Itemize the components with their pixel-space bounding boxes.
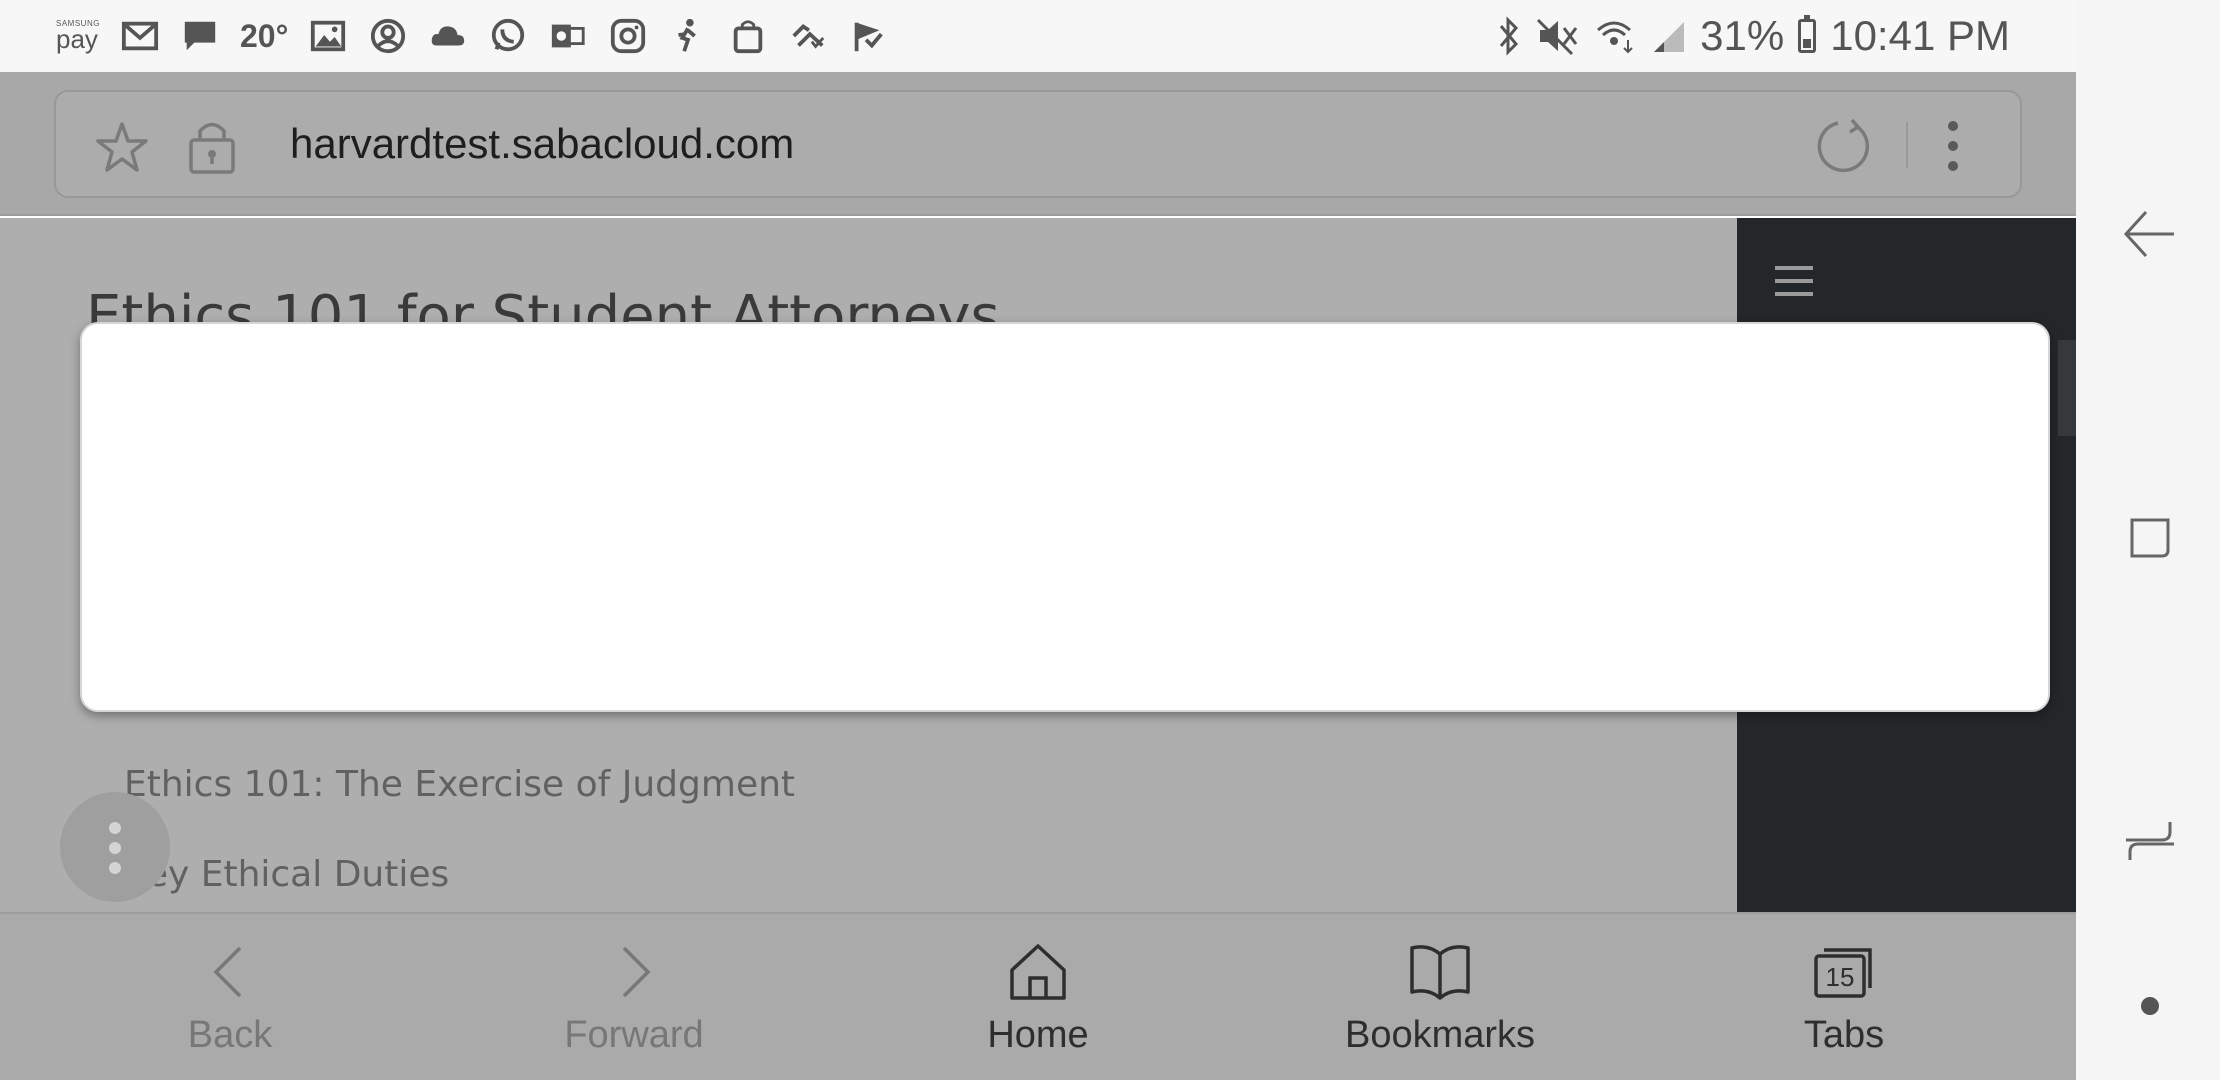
battery-icon [1798, 15, 1817, 53]
weather-temperature: 20° [240, 17, 289, 54]
back-label: Back [187, 1014, 273, 1056]
home-icon [1010, 944, 1066, 1000]
account-icon [368, 16, 408, 56]
book-icon [1410, 945, 1470, 1000]
course-link-exercise-of-judgment[interactable]: Ethics 101: The Exercise of Judgment [124, 764, 795, 805]
chevron-right-icon [622, 946, 651, 998]
gallery-icon [308, 16, 348, 56]
status-bar: SAMSUNG pay 20° 31% 10:41 PM [0, 0, 2076, 72]
blank-modal-dialog[interactable] [80, 322, 2050, 712]
hamburger-menu-icon[interactable] [1773, 260, 1815, 302]
instagram-icon [608, 16, 648, 56]
pedometer-icon [668, 16, 708, 56]
reload-icon[interactable] [1814, 116, 1874, 176]
bookmark-star-icon[interactable] [94, 120, 150, 176]
home-label: Home [987, 1014, 1089, 1056]
bookmarks-label: Bookmarks [1344, 1014, 1536, 1056]
battery-percent: 31% [1700, 12, 1785, 59]
shopping-bag-icon [728, 16, 768, 56]
floating-menu-button[interactable] [60, 792, 170, 902]
fab-dot [109, 862, 121, 874]
course-link-key-ethical-duties[interactable]: Key Ethical Duties [124, 854, 449, 895]
tabs-label: Tabs [1803, 1014, 1885, 1056]
outlook-icon [548, 16, 588, 56]
cloud-icon [428, 16, 468, 56]
fab-dot [109, 842, 121, 854]
url-text[interactable]: harvardtest.sabacloud.com [290, 120, 794, 168]
tab-count: 15 [1826, 962, 1855, 992]
whatsapp-icon [488, 16, 528, 56]
split-screen-icon[interactable] [2122, 814, 2178, 870]
notification-icons: SAMSUNG pay 20° [56, 14, 888, 58]
address-bar[interactable]: harvardtest.sabacloud.com [54, 90, 2022, 198]
back-button[interactable]: Back [80, 914, 380, 1080]
toolbar-divider [1906, 122, 1908, 168]
wifi-icon [1597, 21, 1633, 54]
gmail-icon [120, 16, 160, 56]
sync-icon [788, 16, 828, 56]
messages-icon [180, 16, 220, 56]
signal-icon [1654, 22, 1685, 52]
battery-level-fill [1803, 39, 1812, 48]
system-status: 31% 10:41 PM [1496, 12, 2010, 60]
check-flag-icon [848, 16, 888, 56]
tabs-icon: 15 [1814, 948, 1872, 998]
system-navigation-bar [2076, 0, 2220, 1080]
side-panel-scrollbar[interactable] [2058, 340, 2076, 436]
recent-apps-icon[interactable] [2122, 510, 2178, 566]
chevron-left-icon [213, 946, 242, 998]
bluetooth-icon [1500, 16, 1519, 56]
home-dot-icon[interactable] [2122, 978, 2178, 1034]
system-back-icon[interactable] [2122, 206, 2178, 262]
clock: 10:41 PM [1830, 12, 2010, 59]
mute-icon [1537, 18, 1578, 56]
bookmarks-button[interactable]: Bookmarks [1290, 914, 1590, 1080]
fab-dot [109, 822, 121, 834]
more-options-icon[interactable] [1936, 118, 1970, 174]
samsung-pay-label: pay [56, 24, 98, 54]
browser-toolbar: harvardtest.sabacloud.com [0, 72, 2076, 216]
browser-bottom-nav: Back Forward Home Bookmarks 15 Tabs [0, 912, 2076, 1080]
lock-icon[interactable] [186, 116, 238, 176]
forward-label: Forward [564, 1014, 704, 1056]
forward-button[interactable]: Forward [484, 914, 784, 1080]
samsung-pay-icon: SAMSUNG pay [56, 20, 100, 54]
home-button[interactable]: Home [888, 914, 1188, 1080]
tabs-button[interactable]: 15 Tabs [1694, 914, 1994, 1080]
